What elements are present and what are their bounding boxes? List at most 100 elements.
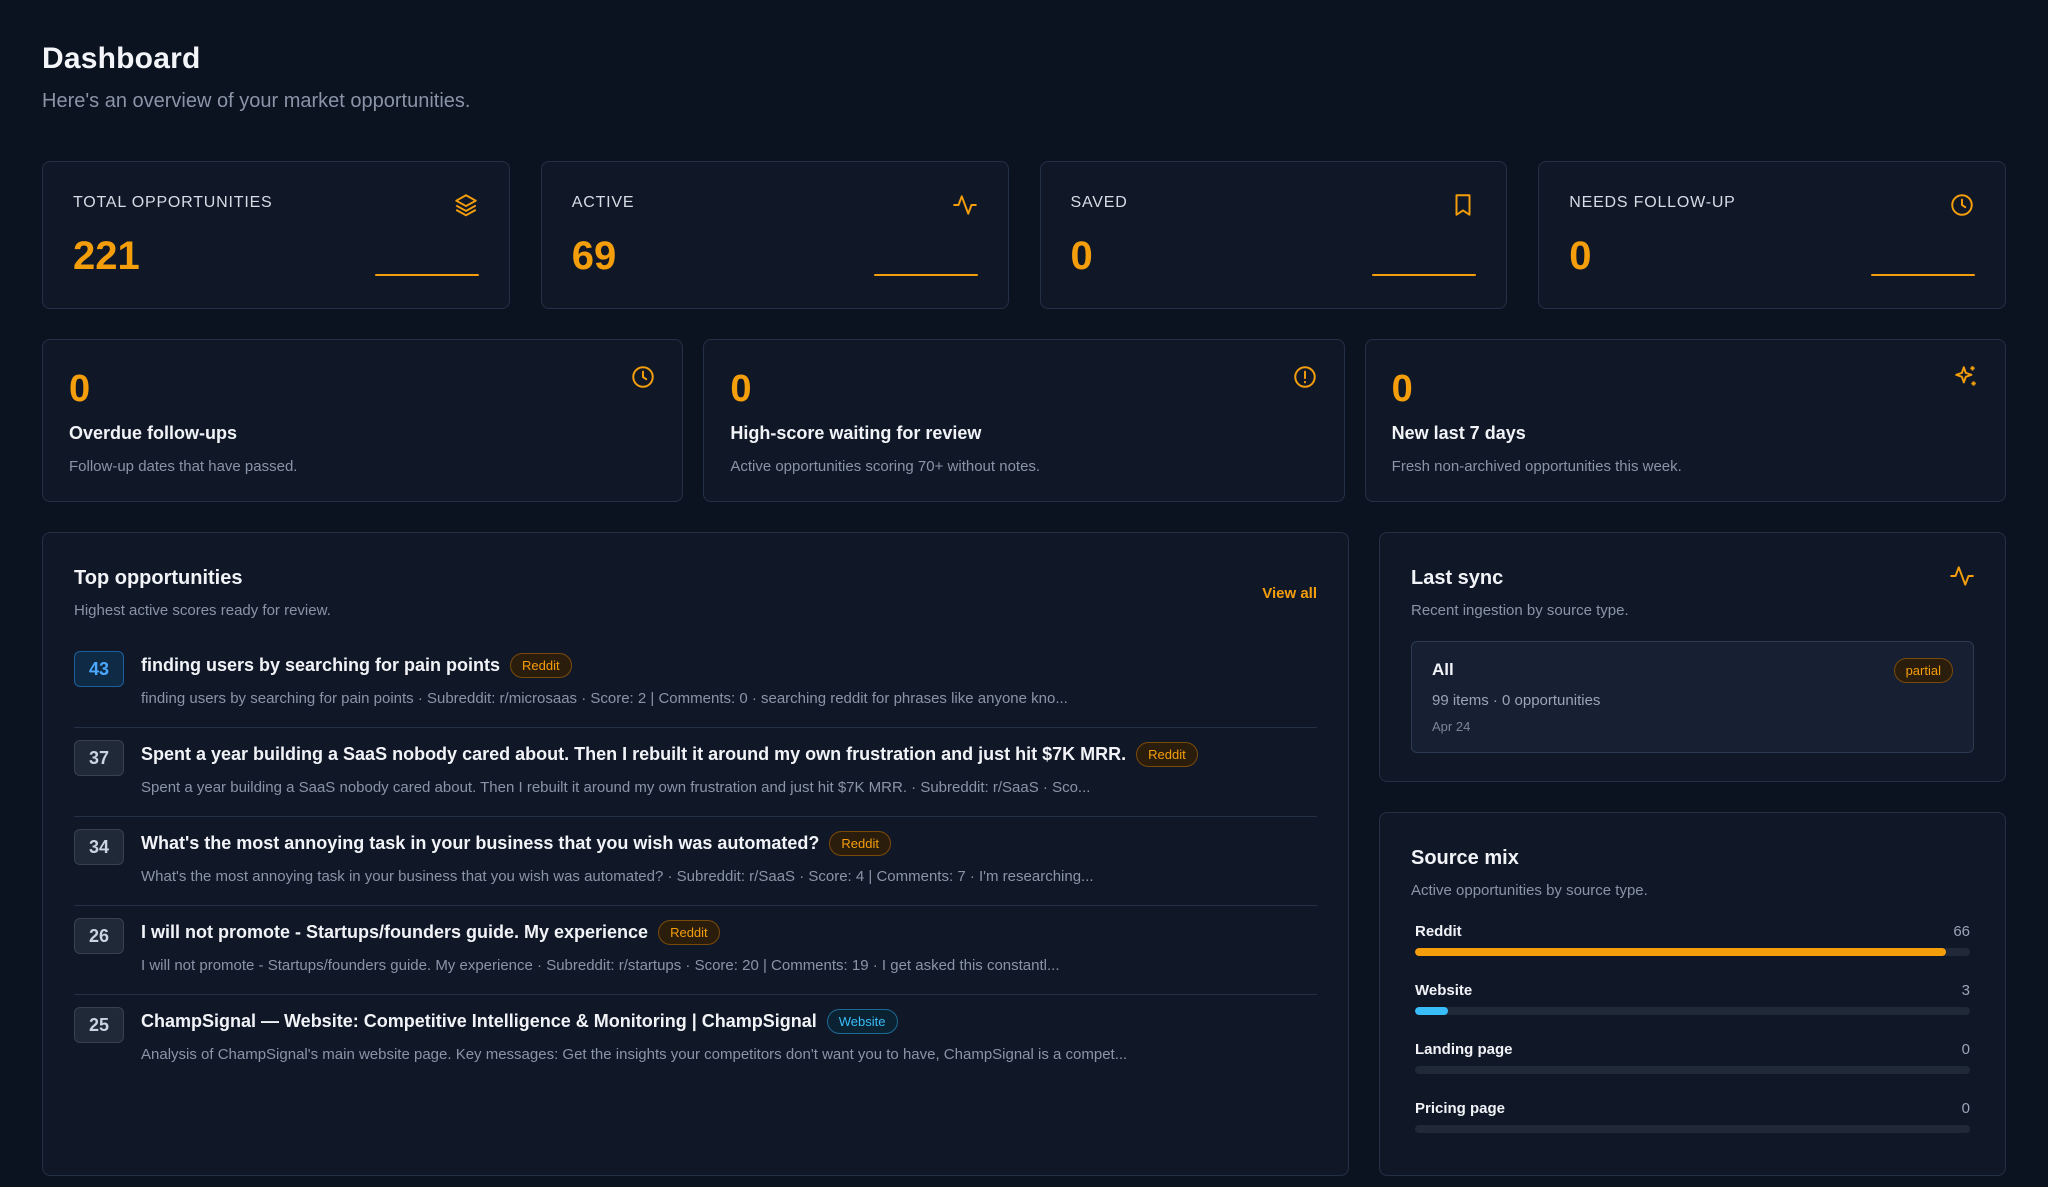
source-row: Website 3 xyxy=(1411,982,1974,1015)
view-all-link[interactable]: View all xyxy=(1262,585,1317,602)
opportunity-title[interactable]: finding users by searching for pain poin… xyxy=(141,655,500,676)
activity-icon xyxy=(1949,563,1975,589)
opportunity-title[interactable]: I will not promote - Startups/founders g… xyxy=(141,922,648,943)
stat-label: NEEDS FOLLOW-UP xyxy=(1569,194,1736,211)
source-count: 3 xyxy=(1961,982,1970,999)
section-subtitle: Recent ingestion by source type. xyxy=(1411,602,1629,619)
stat-card-needs-follow-up[interactable]: NEEDS FOLLOW-UP 0 xyxy=(1538,161,2006,309)
stat-value: 221 xyxy=(73,234,140,278)
alert-value: 0 xyxy=(730,368,752,410)
alert-circle-icon xyxy=(1292,364,1318,390)
opportunity-item[interactable]: 25 ChampSignal — Website: Competitive In… xyxy=(74,995,1317,1084)
progress-fill xyxy=(1415,1007,1449,1015)
alert-value: 0 xyxy=(69,368,91,410)
source-label: Landing page xyxy=(1415,1041,1513,1058)
source-row: Landing page 0 xyxy=(1411,1041,1974,1074)
opportunity-item[interactable]: 26 I will not promote - Startups/founder… xyxy=(74,906,1317,995)
sparkline xyxy=(1871,274,1975,276)
progress-track xyxy=(1415,948,1970,956)
source-row: Reddit 66 xyxy=(1411,923,1974,956)
stat-card-saved[interactable]: SAVED 0 xyxy=(1039,161,1508,309)
stat-value: 69 xyxy=(571,234,617,278)
source-mix-panel: Source mix Active opportunities by sourc… xyxy=(1379,812,2006,1176)
alert-title: New last 7 days xyxy=(1391,423,1526,443)
source-tag: Website xyxy=(826,1009,898,1034)
page-subtitle: Here's an overview of your market opport… xyxy=(42,90,471,112)
source-row: Pricing page 0 xyxy=(1411,1100,1974,1133)
source-count: 0 xyxy=(1961,1100,1970,1117)
stat-card-active[interactable]: ACTIVE 69 xyxy=(540,161,1009,309)
score-badge: 43 xyxy=(74,651,124,687)
alert-title: Overdue follow-ups xyxy=(69,423,238,443)
sync-entry[interactable]: All 99 items · 0 opportunities Apr 24 pa… xyxy=(1411,641,1974,753)
source-count: 66 xyxy=(1953,923,1970,940)
sparkline xyxy=(873,274,978,276)
source-mix-list: Reddit 66 Website 3 Landing page 0 Prici… xyxy=(1411,923,1974,1133)
sparkles-icon xyxy=(1953,364,1979,390)
top-opportunities-panel: Top opportunities Highest active scores … xyxy=(42,532,1349,1176)
stat-value: 0 xyxy=(1070,234,1093,278)
page-title: Dashboard xyxy=(42,42,201,75)
opportunity-desc: What's the most annoying task in your bu… xyxy=(141,868,1094,885)
alert-card-new[interactable]: 0 New last 7 days Fresh non-archived opp… xyxy=(1364,339,2006,502)
stat-label: SAVED xyxy=(1070,194,1128,211)
stat-label: TOTAL OPPORTUNITIES xyxy=(73,194,273,211)
alert-desc: Active opportunities scoring 70+ without… xyxy=(730,458,1041,475)
bookmark-icon xyxy=(1450,192,1476,218)
section-title: Top opportunities xyxy=(74,567,243,589)
section-title: Last sync xyxy=(1411,567,1504,589)
layers-icon xyxy=(453,192,479,218)
opportunity-desc: finding users by searching for pain poin… xyxy=(141,690,1068,707)
stat-value: 0 xyxy=(1569,234,1592,278)
source-tag: Reddit xyxy=(658,920,720,945)
alert-desc: Fresh non-archived opportunities this we… xyxy=(1391,458,1682,475)
opportunity-desc: Spent a year building a SaaS nobody care… xyxy=(141,779,1091,796)
dashboard-page: Dashboard Here's an overview of your mar… xyxy=(0,0,2048,1187)
sync-date: Apr 24 xyxy=(1432,719,1471,734)
opportunity-title[interactable]: ChampSignal — Website: Competitive Intel… xyxy=(141,1011,817,1032)
alert-value: 0 xyxy=(1391,368,1413,410)
score-badge: 37 xyxy=(74,740,124,776)
status-badge: partial xyxy=(1893,658,1953,683)
opportunity-item[interactable]: 43 finding users by searching for pain p… xyxy=(74,639,1317,728)
alert-card-overdue[interactable]: 0 Overdue follow-ups Follow-up dates tha… xyxy=(42,339,684,502)
sparkline xyxy=(374,274,479,276)
opportunity-item[interactable]: 37 Spent a year building a SaaS nobody c… xyxy=(74,728,1317,817)
alert-card-high-score[interactable]: 0 High-score waiting for review Active o… xyxy=(703,339,1345,502)
opportunity-desc: Analysis of ChampSignal's main website p… xyxy=(141,1046,1128,1063)
progress-fill xyxy=(1415,948,1947,956)
activity-icon xyxy=(952,192,978,218)
source-tag: Reddit xyxy=(1136,742,1198,767)
source-label: Website xyxy=(1415,982,1473,999)
sync-source-name: All xyxy=(1432,660,1454,679)
sync-meta: 99 items · 0 opportunities xyxy=(1432,692,1601,709)
score-badge: 26 xyxy=(74,918,124,954)
clock-icon xyxy=(630,364,656,390)
clock-icon xyxy=(1949,192,1975,218)
source-label: Reddit xyxy=(1415,923,1462,940)
section-subtitle: Highest active scores ready for review. xyxy=(74,602,331,619)
progress-track xyxy=(1415,1066,1970,1074)
opportunity-item[interactable]: 34 What's the most annoying task in your… xyxy=(74,817,1317,906)
alert-desc: Follow-up dates that have passed. xyxy=(69,458,298,475)
stat-card-total[interactable]: TOTAL OPPORTUNITIES 221 xyxy=(42,161,510,309)
stat-label: ACTIVE xyxy=(571,194,635,211)
alerts-row: 0 Overdue follow-ups Follow-up dates tha… xyxy=(42,339,2006,502)
progress-track xyxy=(1415,1007,1970,1015)
section-title: Source mix xyxy=(1411,847,1519,869)
opportunity-desc: I will not promote - Startups/founders g… xyxy=(141,957,1060,974)
last-sync-panel: Last sync Recent ingestion by source typ… xyxy=(1379,532,2006,782)
section-subtitle: Active opportunities by source type. xyxy=(1411,882,1648,899)
alert-title: High-score waiting for review xyxy=(730,423,982,443)
source-count: 0 xyxy=(1961,1041,1970,1058)
stats-row: TOTAL OPPORTUNITIES 221 ACTIVE 69 SAVED … xyxy=(42,161,2006,309)
sparkline xyxy=(1372,274,1477,276)
opportunity-title[interactable]: Spent a year building a SaaS nobody care… xyxy=(141,744,1126,765)
source-tag: Reddit xyxy=(829,831,891,856)
source-tag: Reddit xyxy=(510,653,572,678)
score-badge: 34 xyxy=(74,829,124,865)
opportunity-list: 43 finding users by searching for pain p… xyxy=(74,639,1317,1084)
opportunity-title[interactable]: What's the most annoying task in your bu… xyxy=(141,833,819,854)
progress-track xyxy=(1415,1125,1970,1133)
source-label: Pricing page xyxy=(1415,1100,1506,1117)
